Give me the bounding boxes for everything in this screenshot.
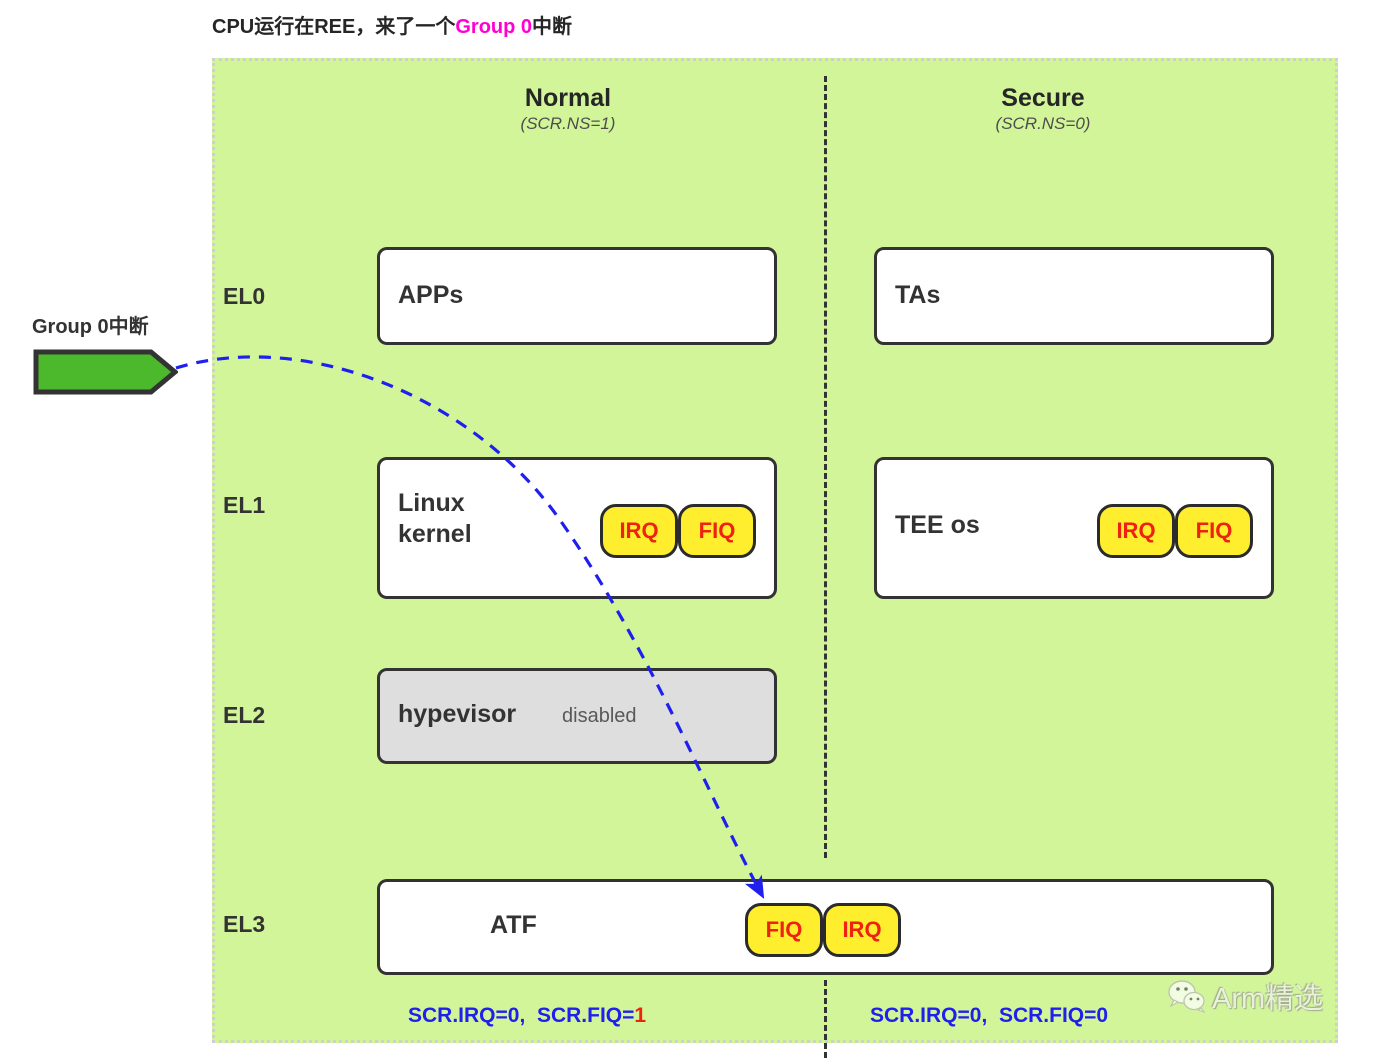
box-hypevisor[interactable]: hypevisor disabled (377, 668, 777, 764)
level-label-el2: EL2 (223, 702, 266, 728)
tee-fiq-badge[interactable]: FIQ (1175, 504, 1253, 558)
atf-irq-badge[interactable]: IRQ (823, 903, 901, 957)
status-secure-scr: SCR.IRQ=0, SCR.FIQ=0 (870, 1004, 1108, 1028)
box-atf[interactable]: ATF FIQ IRQ (377, 879, 1274, 975)
group-0-interrupt-arrow[interactable] (33, 348, 179, 401)
world-divider-line-lower (824, 980, 827, 1058)
status-normal-fiq-value: 1 (634, 1004, 647, 1027)
incoming-interrupt-label: Group 0中断 (32, 316, 149, 338)
box-atf-label: ATF (490, 911, 537, 939)
box-tas-label: TAs (895, 281, 941, 309)
tee-irq-badge[interactable]: IRQ (1097, 504, 1175, 558)
title-accent: Group 0 (455, 16, 533, 38)
linux-irq-badge[interactable]: IRQ (600, 504, 678, 558)
world-header-normal: Normal (SCR.NS=1) (418, 84, 718, 135)
world-scr-secure: (SCR.NS=0) (995, 113, 1091, 133)
atf-fiq-badge[interactable]: FIQ (745, 903, 823, 957)
box-hypevisor-status: disabled (562, 705, 637, 727)
badge-pair-tee: IRQ FIQ (1097, 504, 1253, 558)
diagram-canvas: CPU运行在REE，来了一个Group 0中断 Normal (SCR.NS=1… (0, 0, 1386, 1058)
world-divider-line (824, 76, 827, 858)
box-linux-kernel[interactable]: Linux kernel IRQ FIQ (377, 457, 777, 599)
wechat-icon (1168, 980, 1206, 1013)
box-linux-kernel-label: Linux kernel (398, 489, 472, 548)
level-label-el3: EL3 (223, 911, 266, 937)
world-name-secure: Secure (1001, 84, 1085, 112)
box-tas[interactable]: TAs (874, 247, 1274, 345)
watermark: Arm精选 (1168, 975, 1323, 1017)
status-normal-irq: SCR.IRQ=0, (408, 1004, 526, 1027)
status-normal-scr: SCR.IRQ=0, SCR.FIQ=1 (408, 1004, 646, 1028)
box-apps-label: APPs (398, 281, 464, 309)
world-scr-normal: (SCR.NS=1) (520, 113, 616, 133)
status-secure-fiq-value: 0 (1096, 1004, 1109, 1027)
badge-pair-atf: FIQ IRQ (745, 903, 901, 957)
box-hypevisor-label: hypevisor (398, 700, 517, 728)
block-arrow-right-icon (33, 349, 179, 395)
box-apps[interactable]: APPs (377, 247, 777, 345)
world-header-secure: Secure (SCR.NS=0) (893, 84, 1193, 135)
linux-fiq-badge[interactable]: FIQ (678, 504, 756, 558)
box-tee-os[interactable]: TEE os IRQ FIQ (874, 457, 1274, 599)
world-name-normal: Normal (524, 84, 612, 112)
level-label-el1: EL1 (223, 492, 266, 518)
title-suffix: 中断 (532, 16, 573, 38)
badge-pair-linux: IRQ FIQ (600, 504, 756, 558)
status-secure-irq: SCR.IRQ=0, (870, 1004, 988, 1027)
level-label-el0: EL0 (223, 283, 266, 309)
box-tee-os-label: TEE os (895, 511, 980, 539)
status-normal-fiq-prefix: SCR.FIQ= (536, 1004, 635, 1027)
watermark-text: Arm精选 (1212, 983, 1324, 1015)
page-title: CPU运行在REE，来了一个Group 0中断 (212, 10, 572, 39)
title-prefix: CPU运行在REE，来了一个 (212, 16, 456, 38)
status-secure-fiq-prefix: SCR.FIQ= (998, 1004, 1097, 1027)
